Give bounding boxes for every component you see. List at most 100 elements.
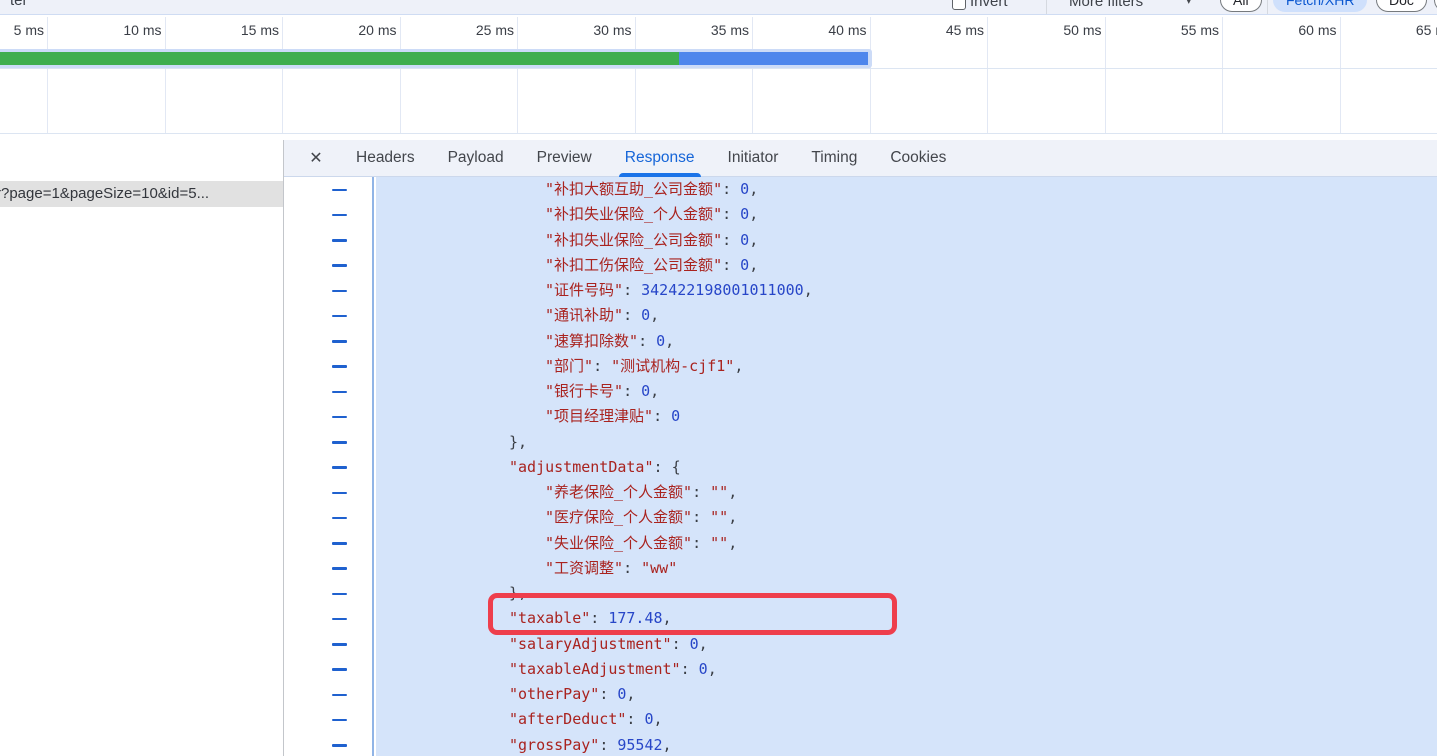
gutter-cell — [284, 556, 376, 581]
close-icon[interactable]: ✕ — [306, 148, 326, 168]
tab-response[interactable]: Response — [625, 140, 695, 177]
json-punctuation: , — [626, 685, 635, 703]
fold-toggle-icon[interactable] — [332, 744, 347, 747]
fold-toggle-icon[interactable] — [332, 517, 347, 520]
json-key: "速算扣除数" — [545, 332, 638, 350]
json-number: 0 — [740, 231, 749, 249]
json-key: "补扣失业保险_个人金额" — [545, 205, 722, 223]
fold-toggle-icon[interactable] — [332, 466, 347, 469]
filter-chip-fetch-xhr[interactable]: Fetch/XHR — [1273, 0, 1367, 12]
tab-initiator[interactable]: Initiator — [728, 140, 779, 177]
filter-input[interactable]: ter — [10, 0, 28, 9]
response-viewer[interactable]: "补扣大额互助_公司金额": 0,"补扣失业保险_个人金额": 0,"补扣失业保… — [284, 177, 1437, 756]
gutter-cell — [284, 177, 376, 202]
json-punctuation: : — [623, 306, 641, 324]
more-filters-button[interactable]: More filters — [1069, 0, 1143, 10]
json-key: "养老保险_个人金额" — [545, 483, 692, 501]
invert-checkbox[interactable] — [952, 0, 966, 10]
invert-label[interactable]: Invert — [970, 0, 1008, 10]
fold-toggle-icon[interactable] — [332, 264, 347, 267]
fold-toggle-icon[interactable] — [332, 315, 347, 318]
json-line: "adjustmentData": { — [284, 455, 1437, 480]
fold-toggle-icon[interactable] — [332, 542, 347, 545]
fold-toggle-icon[interactable] — [332, 567, 347, 570]
filter-chip-all[interactable]: All — [1220, 0, 1262, 12]
json-punctuation: , — [663, 609, 672, 627]
json-string: "" — [710, 508, 728, 526]
fold-toggle-icon[interactable] — [332, 593, 347, 596]
timeline-tick-label: 15 ms — [175, 22, 279, 38]
tab-headers[interactable]: Headers — [356, 140, 415, 177]
bar-segment-waiting — [0, 52, 679, 65]
timeline-tick-label: 5 ms — [0, 22, 44, 38]
json-punctuation: : — [593, 357, 611, 375]
fold-toggle-icon[interactable] — [332, 719, 347, 722]
json-string: "测试机构-cjf1" — [611, 357, 734, 375]
json-line-text: "补扣工伤保险_公司金额": 0, — [376, 253, 758, 278]
json-punctuation: , — [804, 281, 813, 299]
request-row-selected[interactable]: r?page=1&pageSize=10&id=5... — [0, 181, 283, 207]
json-line: "工资调整": "ww" — [284, 556, 1437, 581]
json-punctuation: : — [653, 407, 671, 425]
toolbar-separator — [1046, 0, 1047, 15]
json-string: "ww" — [641, 559, 677, 577]
fold-toggle-icon[interactable] — [332, 189, 347, 192]
json-key: "通讯补助" — [545, 306, 623, 324]
json-punctuation: : — [654, 458, 672, 476]
gutter-cell — [284, 682, 376, 707]
fold-toggle-icon[interactable] — [332, 694, 347, 697]
json-key: "taxable" — [509, 609, 590, 627]
timeline-tick-label: 60 ms — [1233, 22, 1337, 38]
fold-toggle-icon[interactable] — [332, 668, 347, 671]
gutter-cell — [284, 329, 376, 354]
json-punctuation: : — [626, 710, 644, 728]
fold-toggle-icon[interactable] — [332, 492, 347, 495]
timeline-ruler: 5 ms10 ms15 ms20 ms25 ms30 ms35 ms40 ms4… — [0, 17, 1437, 45]
fold-toggle-icon[interactable] — [332, 214, 347, 217]
json-punctuation: : — [722, 180, 740, 198]
tab-payload[interactable]: Payload — [448, 140, 504, 177]
json-number: 95542 — [617, 736, 662, 754]
fold-toggle-icon[interactable] — [332, 239, 347, 242]
fold-toggle-icon[interactable] — [332, 340, 347, 343]
json-line: "补扣失业保险_个人金额": 0, — [284, 202, 1437, 227]
json-line-text: "otherPay": 0, — [376, 682, 635, 707]
json-key: "部门" — [545, 357, 593, 375]
json-number: 0 — [671, 407, 680, 425]
timeline-tick-label: 10 ms — [58, 22, 162, 38]
json-line: "养老保险_个人金额": "", — [284, 480, 1437, 505]
fold-toggle-icon[interactable] — [332, 441, 347, 444]
json-line-text: "证件号码": 342422198001011000, — [376, 278, 813, 303]
json-number: 0 — [656, 332, 665, 350]
json-line-text: "补扣失业保险_公司金额": 0, — [376, 228, 758, 253]
fold-toggle-icon[interactable] — [332, 365, 347, 368]
tab-cookies[interactable]: Cookies — [890, 140, 946, 177]
json-key: "补扣失业保险_公司金额" — [545, 231, 722, 249]
tab-label: Headers — [356, 149, 415, 166]
json-punctuation: : — [623, 281, 641, 299]
filter-chip-doc[interactable]: Doc — [1376, 0, 1427, 12]
json-punctuation: : — [692, 483, 710, 501]
tab-label: Payload — [448, 149, 504, 166]
json-key: "医疗保险_个人金额" — [545, 508, 692, 526]
fold-toggle-icon[interactable] — [332, 391, 347, 394]
fold-toggle-icon[interactable] — [332, 416, 347, 419]
chevron-down-icon[interactable]: ▾ — [1186, 0, 1192, 7]
timeline-tick-label: 35 ms — [645, 22, 749, 38]
json-line-text: "taxable": 177.48, — [376, 606, 672, 631]
json-punctuation: : — [722, 205, 740, 223]
details-tabs: Headers Payload Preview Response Initiat… — [356, 140, 946, 177]
fold-toggle-icon[interactable] — [332, 290, 347, 293]
tab-timing[interactable]: Timing — [811, 140, 857, 177]
json-number: 0 — [641, 306, 650, 324]
tab-preview[interactable]: Preview — [537, 140, 592, 177]
json-line: "失业保险_个人金额": "", — [284, 531, 1437, 556]
json-key: "taxableAdjustment" — [509, 660, 681, 678]
timeline-tick-label: 30 ms — [528, 22, 632, 38]
json-punctuation: : — [681, 660, 699, 678]
json-key: "adjustmentData" — [509, 458, 654, 476]
waterfall-divider — [0, 133, 1437, 134]
json-line: "otherPay": 0, — [284, 682, 1437, 707]
fold-toggle-icon[interactable] — [332, 643, 347, 646]
fold-toggle-icon[interactable] — [332, 618, 347, 621]
